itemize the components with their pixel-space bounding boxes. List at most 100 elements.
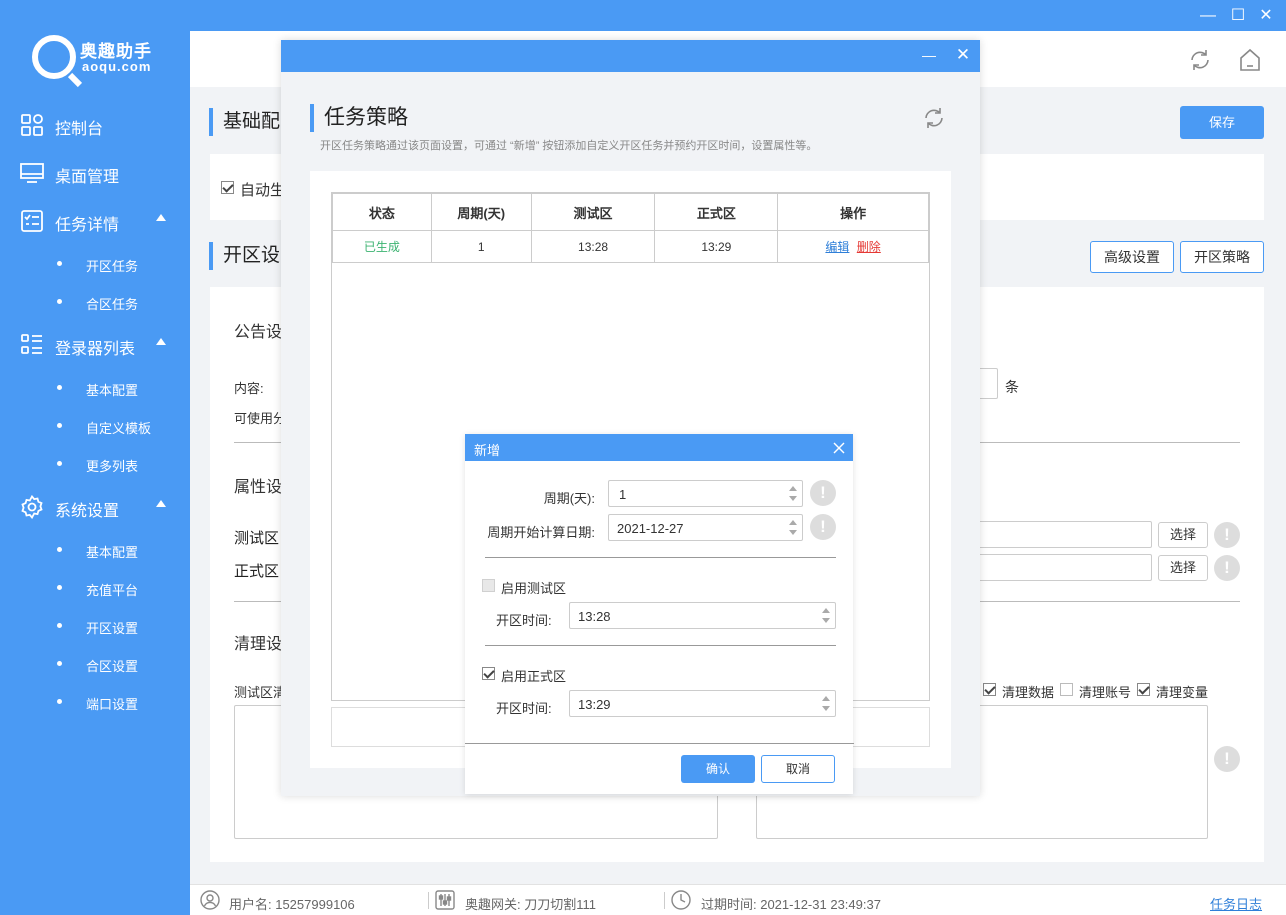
test-zone-label: 测试区 (234, 530, 280, 547)
kaiqu-policy-button[interactable]: 开区策略 (1180, 241, 1264, 273)
bullet-icon (57, 299, 62, 304)
sidebar-item-launcher-list[interactable]: 登录器列表 (0, 324, 190, 364)
sidebar-subitem-port-settings[interactable]: 端口设置 (0, 687, 190, 717)
start-date-spinner[interactable]: 2021-12-27 (608, 514, 803, 541)
period-label: 周期(天): (543, 491, 595, 506)
logo-icon (32, 35, 76, 79)
caret-up-icon (156, 500, 166, 507)
modal-minimize-button[interactable]: — (919, 47, 939, 65)
test-zone-info-icon: ! (1214, 522, 1240, 548)
spinner-arrows-icon[interactable] (817, 691, 835, 716)
sidebar-item-label: 系统设置 (55, 503, 120, 520)
period-spinner[interactable]: 1 (608, 480, 803, 507)
policy-card: 状态 周期(天) 测试区 正式区 操作 已生成 1 13:28 13:29 编辑… (310, 171, 951, 794)
clean-account-label: 清理账号 (1079, 685, 1132, 700)
clean-variable-checkbox[interactable] (1137, 683, 1150, 696)
gear-icon (21, 495, 43, 519)
sidebar-subitem-more-list[interactable]: 更多列表 (0, 449, 190, 479)
clean-account-checkbox[interactable] (1060, 683, 1073, 696)
test-zone-choose-button[interactable]: 选择 (1158, 522, 1208, 548)
sidebar: 奥趣助手 aoqu.com 控制台 桌面管理 任务详情 开区任务 合区任务 登录… (0, 31, 190, 915)
test-zone-input[interactable] (970, 521, 1152, 548)
spinner-arrows-icon[interactable] (817, 603, 835, 628)
sidebar-subitem-label: 充值平台 (86, 583, 139, 598)
column-header: 测试区 (530, 193, 656, 231)
auto-generate-checkbox[interactable] (221, 181, 234, 194)
task-log-link[interactable]: 任务日志 (1210, 894, 1262, 913)
table-row: 已生成 1 13:28 13:29 编辑 删除 (332, 230, 929, 263)
column-header: 正式区 (654, 193, 779, 231)
sidebar-item-desktop[interactable]: 桌面管理 (0, 152, 190, 192)
sidebar-subitem-recharge[interactable]: 充值平台 (0, 573, 190, 603)
sidebar-subitem-label: 自定义模板 (86, 421, 152, 436)
advanced-settings-button[interactable]: 高级设置 (1090, 241, 1174, 273)
add-dialog-titlebar: 新增 (465, 434, 853, 461)
user-icon (200, 890, 220, 910)
sidebar-subitem-label: 基本配置 (86, 383, 139, 398)
sidebar-subitem-kaiqu-settings[interactable]: 开区设置 (0, 611, 190, 641)
sidebar-subitem-label: 合区设置 (86, 659, 139, 674)
close-icon[interactable] (833, 442, 845, 454)
sidebar-item-tasks[interactable]: 任务详情 (0, 200, 190, 240)
enable-test-zone-label: 启用测试区 (501, 581, 567, 596)
bullet-icon (57, 623, 62, 628)
task-list-icon (21, 210, 43, 232)
modal-close-button[interactable]: ✕ (953, 45, 973, 67)
table-header-row: 状态 周期(天) 测试区 正式区 操作 (332, 193, 929, 231)
test-time-label: 开区时间: (496, 613, 552, 628)
bullet-icon (57, 461, 62, 466)
policy-title: 任务策略 (310, 104, 408, 132)
test-time-cell: 13:28 (530, 230, 656, 263)
close-button[interactable]: ✕ (1254, 4, 1278, 28)
test-time-value: 13:28 (578, 609, 611, 624)
clean-data-checkbox[interactable] (983, 683, 996, 696)
maximize-button[interactable]: ☐ (1226, 4, 1250, 28)
confirm-button[interactable]: 确认 (681, 755, 755, 783)
bullet-icon (57, 423, 62, 428)
sidebar-subitem-hequ-task[interactable]: 合区任务 (0, 287, 190, 317)
formal-time-label: 开区时间: (496, 701, 552, 716)
sidebar-subitem-kaiqu-task[interactable]: 开区任务 (0, 249, 190, 279)
sidebar-item-dashboard[interactable]: 控制台 (0, 104, 190, 144)
sidebar-item-system-settings[interactable]: 系统设置 (0, 486, 190, 526)
sidebar-subitem-hequ-settings[interactable]: 合区设置 (0, 649, 190, 679)
status-gateway: 奥趣网关: 刀刀切割111 (465, 897, 596, 912)
spinner-arrows-icon[interactable] (784, 481, 802, 506)
sidebar-subitem-custom-template[interactable]: 自定义模板 (0, 411, 190, 441)
count-unit: 条 (1005, 379, 1019, 395)
window-titlebar: — ☐ ✕ (0, 0, 1286, 31)
app-logo: 奥趣助手 aoqu.com (32, 35, 172, 87)
policy-table: 状态 周期(天) 测试区 正式区 操作 已生成 1 13:28 13:29 编辑… (332, 193, 929, 263)
sidebar-subitem-launcher-basic[interactable]: 基本配置 (0, 373, 190, 403)
policy-modal: — ✕ 任务策略 开区任务策略通过该页面设置，可通过 “新增” 按钮添加自定义开… (281, 40, 980, 796)
test-time-spinner[interactable]: 13:28 (569, 602, 836, 629)
divider (485, 557, 836, 558)
enable-formal-zone-checkbox[interactable] (482, 667, 495, 680)
cancel-button[interactable]: 取消 (761, 755, 835, 783)
column-header: 状态 (332, 193, 432, 231)
edit-link[interactable]: 编辑 (825, 240, 849, 254)
caret-up-icon (156, 338, 166, 345)
save-button[interactable]: 保存 (1180, 106, 1264, 139)
enable-test-zone-checkbox[interactable] (482, 579, 495, 592)
enable-formal-zone-label: 启用正式区 (501, 669, 567, 684)
bullet-icon (57, 261, 62, 266)
add-dialog-title: 新增 (474, 443, 501, 458)
formal-zone-choose-button[interactable]: 选择 (1158, 555, 1208, 581)
clock-icon (671, 890, 691, 910)
list-icon (21, 334, 42, 354)
minimize-button[interactable]: — (1196, 4, 1220, 28)
sidebar-subitem-sys-basic[interactable]: 基本配置 (0, 535, 190, 565)
policy-modal-titlebar: — ✕ (281, 40, 980, 72)
refresh-icon[interactable] (922, 106, 946, 130)
action-cell: 编辑 删除 (777, 230, 929, 263)
formal-zone-input[interactable] (970, 554, 1152, 581)
refresh-icon[interactable] (1188, 48, 1212, 72)
content-label: 内容: (234, 381, 264, 396)
formal-time-spinner[interactable]: 13:29 (569, 690, 836, 717)
spinner-arrows-icon[interactable] (784, 515, 802, 540)
home-icon[interactable] (1238, 47, 1262, 73)
column-header: 操作 (777, 193, 929, 231)
sidebar-item-label: 控制台 (55, 121, 104, 138)
delete-link[interactable]: 删除 (857, 240, 881, 254)
